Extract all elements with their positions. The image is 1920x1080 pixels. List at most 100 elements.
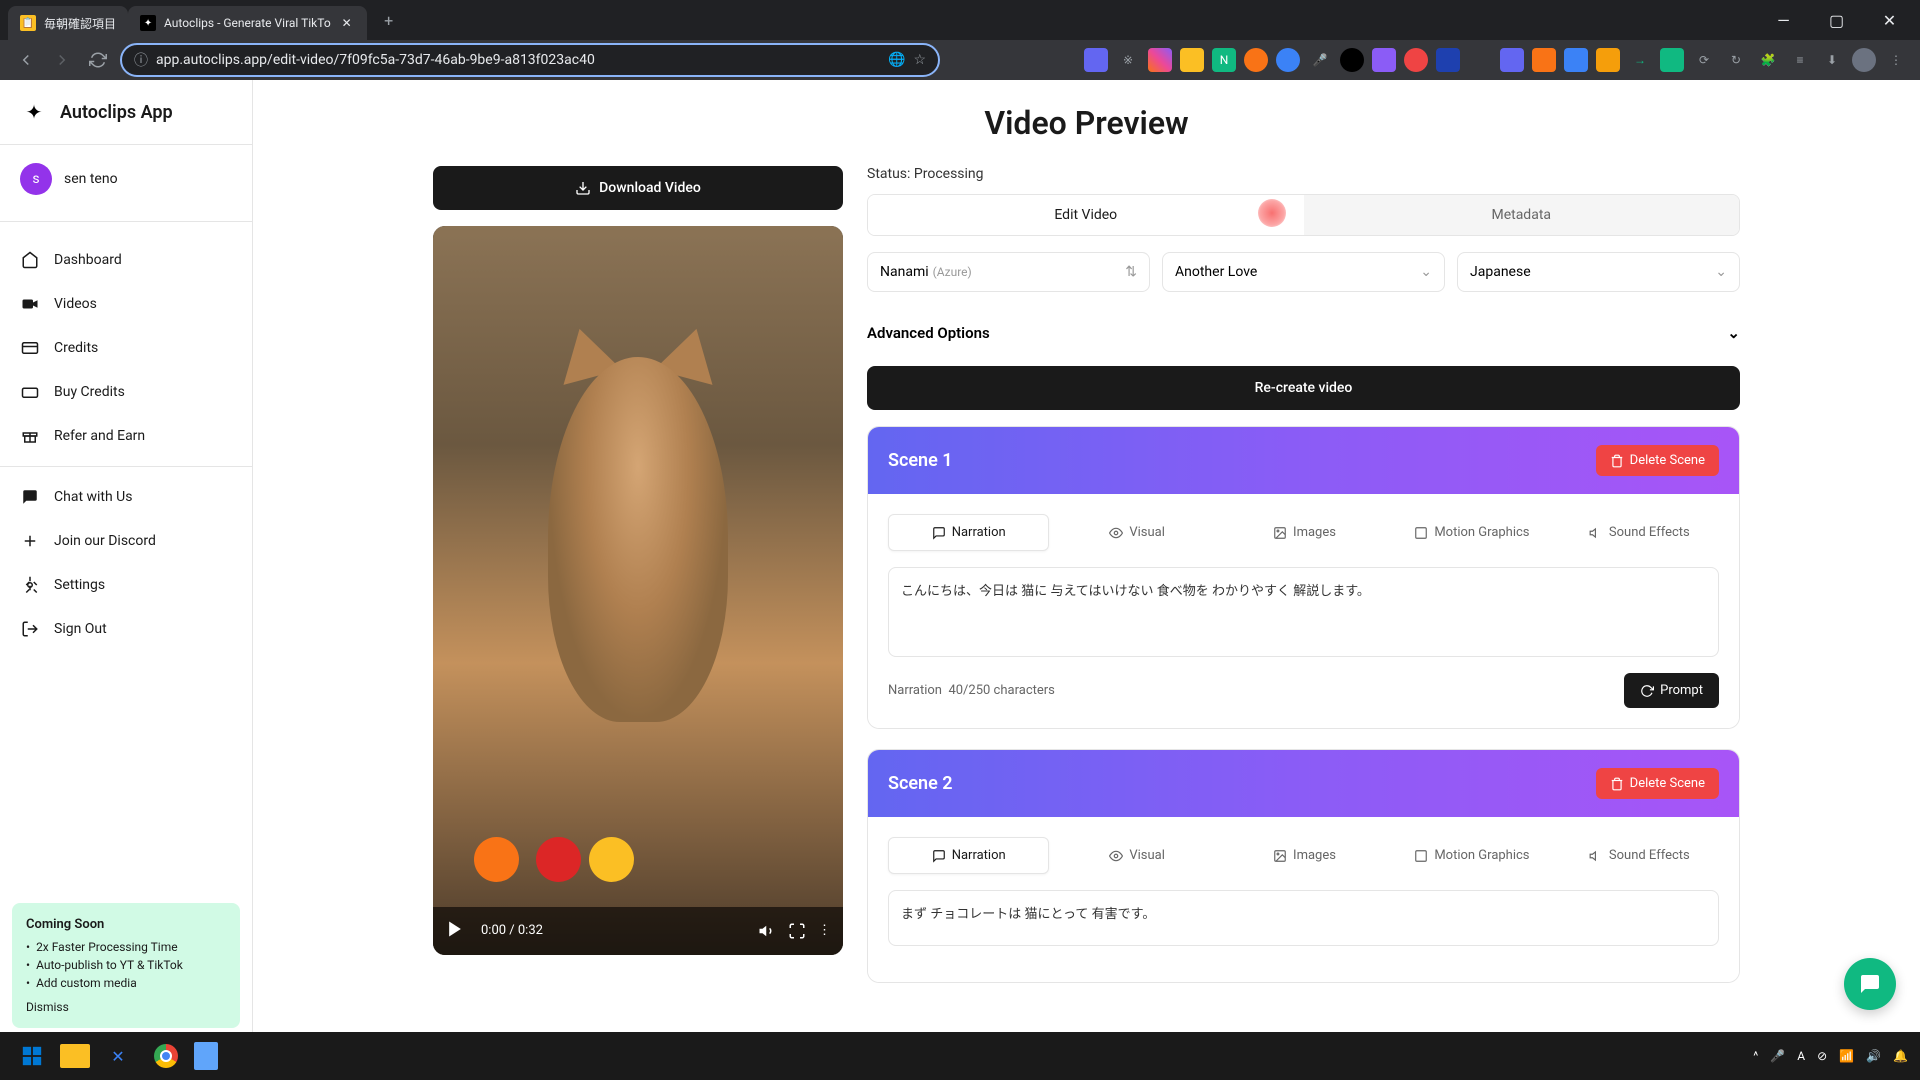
chevron-down-icon: ⌄	[1715, 264, 1727, 280]
ext-icon[interactable]	[1468, 48, 1492, 72]
sidebar-item-discord[interactable]: Join our Discord	[0, 519, 252, 563]
recreate-button[interactable]: Re-create video	[867, 366, 1740, 410]
scene-tab-narration[interactable]: Narration	[888, 837, 1049, 874]
scene-tab-narration[interactable]: Narration	[888, 514, 1049, 551]
ext-icon[interactable]: 🎤	[1308, 48, 1332, 72]
sidebar-item-chat[interactable]: Chat with Us	[0, 475, 252, 519]
scene-tab-motion[interactable]: Motion Graphics	[1392, 837, 1551, 874]
tray-wifi-icon[interactable]: 📶	[1839, 1049, 1854, 1063]
ext-icon[interactable]	[1148, 48, 1172, 72]
tab-metadata[interactable]: Metadata	[1304, 195, 1740, 235]
ext-icon[interactable]	[1596, 48, 1620, 72]
browser-tab-1[interactable]: ✦ Autoclips - Generate Viral TikTo ✕	[128, 6, 367, 40]
scene-tab-visual[interactable]: Visual	[1057, 514, 1216, 551]
sidebar-item-videos[interactable]: Videos	[0, 282, 252, 326]
ext-icon[interactable]	[1340, 48, 1364, 72]
scene-tab-motion[interactable]: Motion Graphics	[1392, 514, 1551, 551]
download-button[interactable]: Download Video	[433, 166, 843, 210]
sidebar-item-settings[interactable]: Settings	[0, 563, 252, 607]
ext-icon[interactable]: →	[1628, 48, 1652, 72]
close-icon[interactable]: ✕	[339, 15, 355, 31]
app-logo[interactable]: ✦ Autoclips App	[0, 80, 252, 145]
music-dropdown[interactable]: Another Love ⌄	[1162, 252, 1445, 292]
taskbar-explorer[interactable]	[60, 1044, 90, 1068]
ext-icon[interactable]	[1500, 48, 1524, 72]
prompt-button[interactable]: Prompt	[1624, 673, 1719, 708]
sidebar-item-dashboard[interactable]: Dashboard	[0, 238, 252, 282]
dismiss-button[interactable]: Dismiss	[26, 1000, 226, 1014]
tray-notifications-icon[interactable]: 🔔	[1893, 1049, 1908, 1063]
url-bar[interactable]: ⓘ app.autoclips.app/edit-video/7f09fc5a-…	[120, 43, 940, 77]
scene-tab-images[interactable]: Images	[1225, 514, 1384, 551]
sidebar-item-buy-credits[interactable]: Buy Credits	[0, 370, 252, 414]
forward-button[interactable]	[48, 46, 76, 74]
bookmark-icon[interactable]: ☆	[913, 52, 926, 68]
tray-chevron-icon[interactable]: ^	[1753, 1049, 1758, 1063]
reload-button[interactable]	[84, 46, 112, 74]
fullscreen-icon[interactable]	[788, 922, 806, 940]
ext-icon[interactable]: N	[1212, 48, 1236, 72]
video-preview[interactable]: 0:00 / 0:32 ⋮	[433, 226, 843, 955]
ext-icon[interactable]	[1372, 48, 1396, 72]
ext-icon[interactable]	[1276, 48, 1300, 72]
chat-icon	[20, 487, 40, 507]
delete-scene-button[interactable]: Delete Scene	[1596, 445, 1719, 476]
tray-volume-icon[interactable]: 🔊	[1866, 1049, 1881, 1063]
menu-icon[interactable]: ⋮	[1884, 48, 1908, 72]
app-name: Autoclips App	[60, 102, 173, 123]
ext-icon[interactable]	[1084, 48, 1108, 72]
new-tab-button[interactable]: +	[375, 6, 403, 34]
maximize-button[interactable]: ▢	[1814, 5, 1859, 35]
ext-icon[interactable]: ⟳	[1692, 48, 1716, 72]
tab-edit-video[interactable]: Edit Video	[868, 195, 1304, 235]
ext-icon[interactable]: ※	[1116, 48, 1140, 72]
ext-icon[interactable]	[1180, 48, 1204, 72]
chat-bubble-button[interactable]	[1844, 958, 1896, 1010]
volume-icon[interactable]	[758, 922, 776, 940]
tray-help-icon[interactable]: ⊘	[1817, 1049, 1827, 1063]
browser-chrome: 📋 毎朝確認項目 ✦ Autoclips - Generate Viral Ti…	[0, 0, 1920, 80]
delete-scene-button[interactable]: Delete Scene	[1596, 768, 1719, 799]
ext-icon[interactable]	[1404, 48, 1428, 72]
taskbar-chrome[interactable]	[146, 1036, 186, 1076]
sidebar-item-credits[interactable]: Credits	[0, 326, 252, 370]
language-dropdown[interactable]: Japanese ⌄	[1457, 252, 1740, 292]
play-button[interactable]	[445, 919, 469, 943]
close-window-button[interactable]: ✕	[1867, 5, 1912, 35]
sidebar-item-refer[interactable]: Refer and Earn	[0, 414, 252, 458]
scene-card-2: Scene 2 Delete Scene Narration Visual Im…	[867, 749, 1740, 983]
user-row[interactable]: s sen teno	[0, 145, 252, 213]
sidebar-item-signout[interactable]: Sign Out	[0, 607, 252, 651]
taskbar-vscode[interactable]: ✕	[98, 1036, 138, 1076]
narration-input[interactable]	[888, 567, 1719, 657]
ext-icon[interactable]	[1532, 48, 1556, 72]
tray-ime-icon[interactable]: A	[1797, 1049, 1805, 1063]
ext-icon[interactable]	[1660, 48, 1684, 72]
downloads-icon[interactable]: ⬇	[1820, 48, 1844, 72]
ext-icon[interactable]: ↻	[1724, 48, 1748, 72]
scene-tab-visual[interactable]: Visual	[1057, 837, 1216, 874]
voice-dropdown[interactable]: Nanami(Azure) ⇅	[867, 252, 1150, 292]
start-button[interactable]	[12, 1036, 52, 1076]
ext-icon[interactable]	[1244, 48, 1268, 72]
browser-tab-0[interactable]: 📋 毎朝確認項目	[8, 6, 128, 40]
page-title: Video Preview	[433, 104, 1740, 142]
scene-tab-sound[interactable]: Sound Effects	[1560, 514, 1719, 551]
scene-tab-images[interactable]: Images	[1225, 837, 1384, 874]
advanced-options-toggle[interactable]: Advanced Options ⌄	[867, 312, 1740, 354]
taskbar-notepad[interactable]	[194, 1042, 218, 1070]
ext-icon[interactable]	[1564, 48, 1588, 72]
tray-mic-icon[interactable]: 🎤	[1770, 1049, 1785, 1063]
extensions-icon[interactable]: 🧩	[1756, 48, 1780, 72]
ext-icon[interactable]: ≡	[1788, 48, 1812, 72]
translate-icon[interactable]: 🌐	[888, 52, 905, 68]
narration-input[interactable]	[888, 890, 1719, 946]
more-icon[interactable]: ⋮	[818, 923, 831, 938]
ext-icon[interactable]	[1436, 48, 1460, 72]
profile-icon[interactable]	[1852, 48, 1876, 72]
site-info-icon[interactable]: ⓘ	[134, 50, 148, 70]
back-button[interactable]	[12, 46, 40, 74]
minimize-button[interactable]: —	[1761, 5, 1806, 35]
scene-tab-sound[interactable]: Sound Effects	[1560, 837, 1719, 874]
status-text: Status: Processing	[867, 166, 1740, 182]
